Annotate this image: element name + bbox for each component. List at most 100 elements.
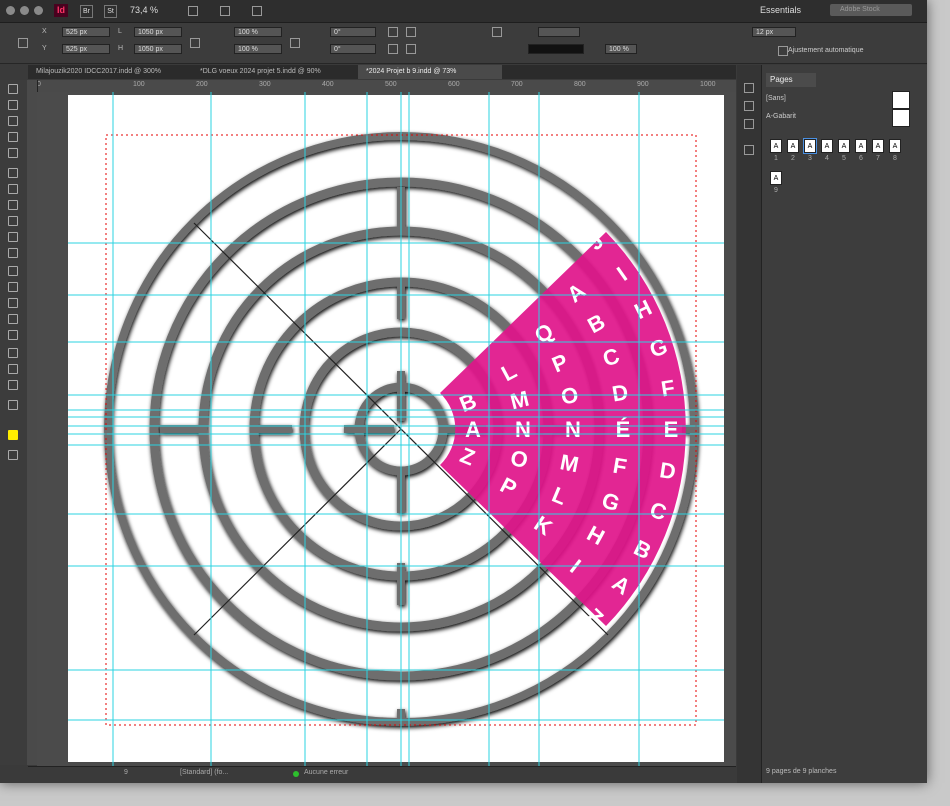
rectangle-tool-icon[interactable] <box>8 248 18 258</box>
close-window-button[interactable] <box>6 6 15 15</box>
type-tool-icon[interactable] <box>8 168 18 178</box>
page-number-label: 5 <box>842 155 846 162</box>
screen-mode-icon[interactable] <box>8 450 18 460</box>
page-tool-icon[interactable] <box>8 116 18 126</box>
zoom-window-button[interactable] <box>34 6 43 15</box>
pen-tool-icon[interactable] <box>8 200 18 210</box>
page-thumbnail[interactable]: A <box>770 171 782 185</box>
constrain-scale-icon[interactable] <box>290 38 300 48</box>
ruler-label: 100 <box>133 81 145 88</box>
rotate-cw-icon[interactable] <box>388 27 398 37</box>
reference-point-icon[interactable] <box>18 38 28 48</box>
pages-summary: 9 pages de 9 planches <box>766 768 837 775</box>
line-tool-icon[interactable] <box>8 184 18 194</box>
gradient-swatch-tool-icon[interactable] <box>8 298 18 308</box>
pencil-tool-icon[interactable] <box>8 216 18 226</box>
page-thumbnail[interactable]: A <box>821 139 833 153</box>
x-field[interactable]: 525 px <box>62 27 110 37</box>
page-thumbnail[interactable]: A <box>770 139 782 153</box>
fill-swatch[interactable] <box>538 27 580 37</box>
height-field[interactable]: 1050 px <box>134 44 182 54</box>
auto-fit-label: Ajustement automatique <box>788 47 864 54</box>
scale-y-field[interactable]: 100 % <box>234 44 282 54</box>
pages-panel: Pages [Sans] A-Gabarit A1A2A3A4A5A6A7A8A… <box>762 65 927 783</box>
zoom-level[interactable]: 73,4 % <box>130 5 158 15</box>
arrange-documents-icon[interactable] <box>252 6 262 16</box>
zoom-tool-icon[interactable] <box>8 380 18 390</box>
links-icon[interactable] <box>744 101 754 111</box>
gradient-feather-tool-icon[interactable] <box>8 314 18 324</box>
rectangle-frame-tool-icon[interactable] <box>8 232 18 242</box>
workspace-switcher[interactable]: Essentials <box>760 5 801 15</box>
master-a-gabarit[interactable]: A-Gabarit <box>766 113 796 120</box>
selection-tool-icon[interactable] <box>8 84 18 94</box>
master-none[interactable]: [Sans] <box>766 95 786 102</box>
free-transform-tool-icon[interactable] <box>8 282 18 292</box>
page-number-label: 8 <box>893 155 897 162</box>
page-thumbnail[interactable]: A <box>872 139 884 153</box>
width-label: L <box>118 28 122 35</box>
page-number-label: 7 <box>876 155 880 162</box>
pages-panel-tab[interactable]: Pages <box>766 73 816 87</box>
preflight-status[interactable]: Aucune erreur <box>304 769 348 776</box>
page-number-label: 3 <box>808 155 812 162</box>
eyedropper-tool-icon[interactable] <box>8 348 18 358</box>
stroke-icon[interactable] <box>744 119 754 129</box>
preflight-profile[interactable]: [Standard] (fo... <box>180 769 228 776</box>
opacity-field[interactable]: 100 % <box>605 44 637 54</box>
page-number-field[interactable]: 9 <box>124 769 128 776</box>
help-icon[interactable] <box>492 27 502 37</box>
rotation-angle-field[interactable]: 0° <box>330 27 376 37</box>
stroke-style-select[interactable] <box>528 44 584 54</box>
hand-tool-icon[interactable] <box>8 364 18 374</box>
stroke-weight-field[interactable]: 12 px <box>752 27 796 37</box>
page-thumbnail[interactable]: A <box>855 139 867 153</box>
pasteboard: JIHGFEDCBAZABCDÉFGHIQPONMLKLMNOPBAZ <box>37 92 736 766</box>
page-number-label: 1 <box>774 155 778 162</box>
view-options-icon[interactable] <box>188 6 198 16</box>
note-tool-icon[interactable] <box>8 330 18 340</box>
ruler-label: 700 <box>511 81 523 88</box>
page-thumbnail[interactable]: A <box>803 138 817 154</box>
ruler-label: 300 <box>259 81 271 88</box>
ruler-label: 800 <box>574 81 586 88</box>
ruler-label: 600 <box>448 81 460 88</box>
page-thumbnail[interactable]: A <box>787 139 799 153</box>
content-collector-icon[interactable] <box>8 148 18 158</box>
tab-milajouzik[interactable]: Milajouzik2020 IDCC2017.indd @ 300% <box>28 65 192 79</box>
page-thumbnail[interactable]: A <box>889 139 901 153</box>
page-canvas[interactable]: JIHGFEDCBAZABCDÉFGHIQPONMLKLMNOPBAZ <box>68 95 724 762</box>
stock-search-input[interactable]: Adobe Stock <box>830 4 912 16</box>
bridge-button[interactable]: Br <box>80 5 93 18</box>
constrain-proportions-icon[interactable] <box>190 38 200 48</box>
gap-tool-icon[interactable] <box>8 132 18 142</box>
preflight-ok-icon <box>293 771 299 777</box>
width-field[interactable]: 1050 px <box>134 27 182 37</box>
fill-color-swatch[interactable] <box>8 430 18 440</box>
master-a-thumbnail[interactable] <box>892 109 910 127</box>
page-thumbnail[interactable]: A <box>838 139 850 153</box>
auto-fit-checkbox[interactable] <box>778 46 788 56</box>
minimize-window-button[interactable] <box>20 6 29 15</box>
cipher-letter: É <box>616 417 631 442</box>
shear-angle-field[interactable]: 0° <box>330 44 376 54</box>
scale-x-field[interactable]: 100 % <box>234 27 282 37</box>
flip-horizontal-icon[interactable] <box>388 44 398 54</box>
control-panel: X 525 px Y 525 px L 1050 px H 1050 px 10… <box>0 23 927 64</box>
y-field[interactable]: 525 px <box>62 44 110 54</box>
master-none-thumbnail[interactable] <box>892 91 910 109</box>
stock-button[interactable]: St <box>104 5 117 18</box>
scissors-tool-icon[interactable] <box>8 266 18 276</box>
default-fill-stroke-icon[interactable] <box>8 400 18 410</box>
tab-dlg-voeux[interactable]: *DLG voeux 2024 projet 5.indd @ 90% <box>192 65 358 79</box>
direct-selection-tool-icon[interactable] <box>8 100 18 110</box>
screen-mode-icon[interactable] <box>220 6 230 16</box>
flip-vertical-icon[interactable] <box>406 44 416 54</box>
ruler-label: 200 <box>196 81 208 88</box>
tab-projet-b9[interactable]: *2024 Projet b 9.indd @ 73% <box>358 65 502 79</box>
character-icon[interactable] <box>744 145 754 155</box>
cipher-letter: A <box>465 417 481 442</box>
document-tabs: Milajouzik2020 IDCC2017.indd @ 300% *DLG… <box>28 65 736 79</box>
layers-icon[interactable] <box>744 83 754 93</box>
rotate-ccw-icon[interactable] <box>406 27 416 37</box>
